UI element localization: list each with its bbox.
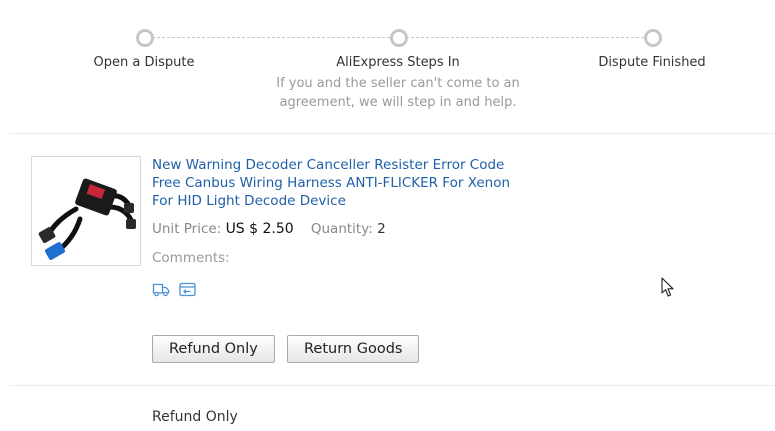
refund-only-button[interactable]: Refund Only — [152, 335, 275, 363]
return-goods-button[interactable]: Return Goods — [287, 335, 420, 363]
unit-price-label: Unit Price: — [152, 221, 222, 237]
unit-price-value: US $ 2.50 — [225, 221, 294, 237]
step-marker-dispute-finished — [644, 29, 662, 47]
dispute-steps: Open a Dispute AliExpress Steps In If yo… — [0, 0, 775, 133]
step-title-open-dispute: Open a Dispute — [93, 55, 195, 70]
quantity-label: Quantity: — [310, 221, 373, 237]
step-marker-open-dispute — [136, 29, 154, 47]
section-title: Refund Only — [152, 409, 238, 425]
step-connector — [406, 37, 644, 38]
step-marker-aliexpress-steps-in — [390, 29, 408, 47]
step-description: If you and the seller can't come to an a… — [276, 76, 520, 110]
shipping-truck-icon[interactable] — [152, 282, 170, 297]
divider — [9, 385, 775, 386]
product-title-link[interactable]: New Warning Decoder Canceller Resister E… — [152, 156, 512, 210]
step-title-dispute-finished: Dispute Finished — [598, 55, 706, 70]
product-image — [32, 157, 140, 265]
mouse-cursor-icon — [661, 277, 675, 302]
price-quantity-line: Unit Price: US $ 2.50 Quantity: 2 — [152, 221, 386, 237]
quantity-value: 2 — [377, 221, 386, 237]
comments-label: Comments: — [152, 250, 230, 266]
product-thumbnail[interactable] — [31, 156, 141, 266]
step-title-aliexpress-steps-in: AliExpress Steps In — [336, 55, 460, 70]
step-connector — [152, 37, 390, 38]
product-icons — [152, 282, 196, 297]
divider — [9, 133, 775, 134]
return-card-icon[interactable] — [179, 282, 196, 297]
